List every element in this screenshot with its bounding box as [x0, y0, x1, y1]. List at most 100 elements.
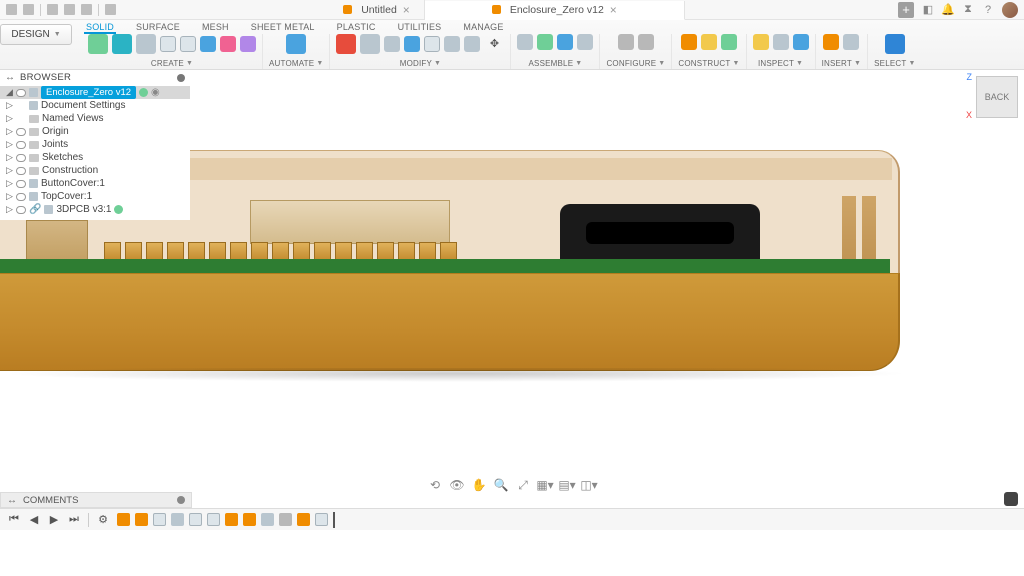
display-settings-icon[interactable]: ▦▾ [538, 478, 552, 492]
close-icon[interactable]: × [403, 3, 410, 17]
timeline-item[interactable] [243, 513, 256, 526]
visibility-icon[interactable] [16, 89, 26, 97]
workspace-switcher-button[interactable]: DESIGN ▼ [0, 24, 71, 45]
jobs-icon[interactable]: ⧗ [962, 4, 974, 16]
emboss-icon[interactable] [220, 36, 236, 52]
close-icon[interactable]: × [610, 3, 617, 17]
fit-icon[interactable]: ⤢ [516, 478, 530, 492]
tree-node-origin[interactable]: ▷Origin [0, 125, 190, 138]
create-form-icon[interactable] [112, 34, 132, 54]
visibility-icon[interactable] [16, 167, 26, 175]
notifications-icon[interactable]: 🔔 [942, 4, 954, 16]
select-icon[interactable] [885, 34, 905, 54]
viewport-layout-icon[interactable]: ◫▾ [582, 478, 596, 492]
chevron-down-icon[interactable]: ▼ [316, 60, 323, 67]
fillet-icon[interactable] [384, 36, 400, 52]
visibility-icon[interactable] [16, 193, 26, 201]
expand-icon[interactable]: ▷ [6, 164, 13, 177]
document-tab-enclosure[interactable]: Enclosure_Zero v12 × [425, 1, 685, 20]
timeline-end-button[interactable]: ⏭ [68, 514, 80, 526]
apps-icon[interactable] [6, 4, 17, 15]
look-at-icon[interactable]: 👁 [450, 478, 464, 492]
press-pull-icon[interactable] [360, 34, 380, 54]
move-icon[interactable]: ✥ [484, 34, 504, 54]
chevron-down-icon[interactable]: ▼ [854, 60, 861, 67]
insert-mesh-icon[interactable] [843, 34, 859, 50]
split-icon[interactable] [464, 36, 480, 52]
insert-derive-icon[interactable] [823, 34, 839, 50]
axis-icon[interactable] [701, 34, 717, 50]
box-icon[interactable] [240, 36, 256, 52]
visibility-icon[interactable] [16, 154, 26, 162]
ribbon-tab-manage[interactable]: MANAGE [463, 22, 503, 32]
document-tab-untitled[interactable]: Untitled × [329, 0, 425, 19]
timeline-item[interactable] [171, 513, 184, 526]
chevron-down-icon[interactable]: ▼ [575, 60, 582, 67]
expand-icon[interactable]: ▷ [6, 125, 13, 138]
expand-icon[interactable]: ▷ [6, 177, 13, 190]
chevron-down-icon[interactable]: ▼ [908, 60, 915, 67]
section-analysis-icon[interactable] [773, 34, 789, 50]
tree-node-construction[interactable]: ▷Construction [0, 164, 190, 177]
save-icon[interactable] [47, 4, 58, 15]
plane-icon[interactable] [681, 34, 697, 50]
tree-node-buttoncover[interactable]: ▷ButtonCover:1 [0, 177, 190, 190]
ribbon-tab-plastic[interactable]: PLASTIC [337, 22, 376, 32]
timeline-item[interactable] [261, 513, 274, 526]
file-icon[interactable] [23, 4, 34, 15]
extensions-icon[interactable]: ◧ [922, 4, 934, 16]
timeline-item[interactable] [135, 513, 148, 526]
expand-icon[interactable]: ▷ [6, 112, 13, 125]
hole-icon[interactable] [200, 36, 216, 52]
user-avatar[interactable] [1002, 2, 1018, 18]
combine-icon[interactable] [444, 36, 460, 52]
collapse-icon[interactable]: ↔ [5, 72, 15, 83]
ribbon-tab-surface[interactable]: SURFACE [136, 22, 180, 32]
pin-icon[interactable] [177, 496, 185, 504]
timeline-start-button[interactable]: ⏮ [8, 514, 20, 526]
chevron-down-icon[interactable]: ▼ [732, 60, 739, 67]
ribbon-tab-sheet-metal[interactable]: SHEET METAL [251, 22, 315, 32]
timeline-item[interactable] [117, 513, 130, 526]
tree-node-joints[interactable]: ▷Joints [0, 138, 190, 151]
expand-icon[interactable]: ▷ [6, 203, 13, 216]
redo-icon[interactable] [81, 4, 92, 15]
configure-icon[interactable] [618, 34, 634, 50]
expand-icon[interactable]: ▷ [6, 190, 13, 203]
timeline-marker[interactable] [333, 512, 335, 528]
revolve-icon[interactable] [160, 36, 176, 52]
pan-icon[interactable]: ✋ [472, 478, 486, 492]
extrude-icon[interactable] [136, 34, 156, 54]
automate-icon[interactable] [286, 34, 306, 54]
shell-icon[interactable] [424, 36, 440, 52]
orbit-icon[interactable]: ⟲ [428, 478, 442, 492]
tree-node-sketches[interactable]: ▷Sketches [0, 151, 190, 164]
chamfer-icon[interactable] [404, 36, 420, 52]
timeline-item[interactable] [207, 513, 220, 526]
comments-fab-icon[interactable] [1004, 492, 1018, 506]
chevron-down-icon[interactable]: ▼ [434, 60, 441, 67]
timeline-item[interactable] [189, 513, 202, 526]
zoom-icon[interactable]: 🔍 [494, 478, 508, 492]
undo-icon[interactable] [64, 4, 75, 15]
as-built-joint-icon[interactable] [557, 34, 573, 50]
ribbon-tab-mesh[interactable]: MESH [202, 22, 229, 32]
collapse-tree-icon[interactable]: ◢ [6, 86, 13, 99]
timeline-prev-button[interactable]: ◀ [28, 514, 40, 526]
chevron-down-icon[interactable]: ▼ [658, 60, 665, 67]
visibility-icon[interactable] [16, 180, 26, 188]
tree-node-document-settings[interactable]: ▷Document Settings [0, 99, 190, 112]
timeline-play-button[interactable]: ▶ [48, 514, 60, 526]
measure-icon[interactable] [753, 34, 769, 50]
tree-root[interactable]: ◢ Enclosure_Zero v12 ◉ [0, 86, 190, 99]
comments-panel-header[interactable]: ↔ COMMENTS [0, 492, 192, 508]
timeline-item[interactable] [279, 513, 292, 526]
new-tab-button[interactable]: + [898, 2, 914, 18]
delete-icon[interactable] [336, 34, 356, 54]
pin-icon[interactable] [177, 74, 185, 82]
help-icon[interactable]: ? [982, 4, 994, 16]
rigid-group-icon[interactable] [577, 34, 593, 50]
timeline-item[interactable] [315, 513, 328, 526]
joint-icon[interactable] [537, 34, 553, 50]
ribbon-tab-utilities[interactable]: UTILITIES [398, 22, 442, 32]
